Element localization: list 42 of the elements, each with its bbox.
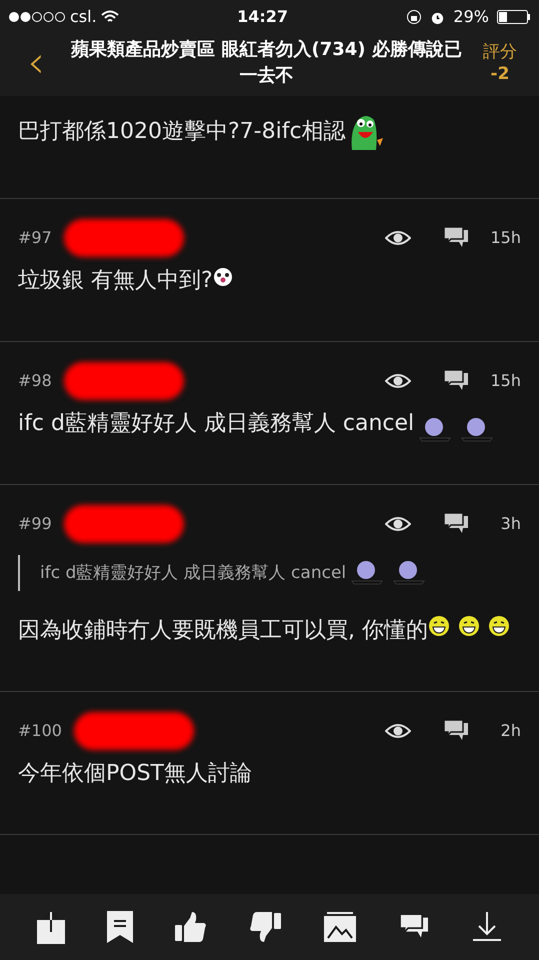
- eye-icon[interactable]: [385, 229, 411, 247]
- carrier-name: csl.: [70, 6, 97, 28]
- post-text: 垃圾銀 有無人中到?: [18, 268, 213, 293]
- clown-face-icon: [212, 267, 233, 287]
- thread-title: 蘋果類產品炒賣區 眼紅者勿入(734) 必勝傳說已一去不: [70, 38, 463, 88]
- grin-face-icon: [488, 615, 510, 637]
- post-number: #98: [18, 370, 52, 392]
- post-text: 巴打都係1020遊擊中?7-8ifc相認: [18, 119, 346, 144]
- eye-icon[interactable]: [385, 722, 411, 740]
- post-text: 因為收鋪時冇人要既機員工可以買, 你懂的: [18, 618, 428, 643]
- quoted-text: ifc d藍精靈好好人 成日義務幫人 cancel: [40, 563, 346, 583]
- post-text: 今年依個POST無人討論: [18, 761, 252, 786]
- post-time: 2h: [500, 720, 521, 742]
- battery-icon: [496, 10, 531, 24]
- rotation-lock-icon: [406, 9, 422, 25]
- image-icon[interactable]: [324, 912, 356, 942]
- eye-icon[interactable]: [385, 372, 411, 390]
- grin-face-icon: [458, 615, 480, 637]
- post-number: #99: [18, 513, 52, 535]
- battery-percent: 29%: [453, 6, 489, 28]
- post-number: #100: [18, 720, 62, 742]
- back-button[interactable]: ‹: [8, 41, 64, 85]
- thumbs-down-icon[interactable]: [249, 912, 282, 942]
- ball-sticker-icon: [392, 559, 426, 587]
- ball-sticker-icon: [350, 559, 384, 587]
- clock-time: 14:27: [237, 6, 288, 28]
- post-time: 15h: [490, 227, 521, 249]
- post-time: 15h: [490, 370, 521, 392]
- signal-dots-icon: [8, 11, 66, 23]
- download-icon[interactable]: [472, 912, 502, 942]
- score-label: 評分: [483, 41, 517, 63]
- score-value: -2: [490, 63, 510, 85]
- post-text: ifc d藍精靈好好人 成日義務幫人 cancel: [18, 411, 414, 436]
- thumbs-up-icon[interactable]: [175, 912, 208, 942]
- ball-sticker-icon: [418, 416, 452, 444]
- wifi-icon: [100, 10, 119, 24]
- bookmark-icon[interactable]: [107, 911, 134, 943]
- ball-sticker-icon: [460, 416, 494, 444]
- post-number: #97: [18, 227, 52, 249]
- eye-icon[interactable]: [385, 515, 411, 533]
- post-time: 3h: [500, 513, 521, 535]
- grin-face-icon: [428, 615, 450, 637]
